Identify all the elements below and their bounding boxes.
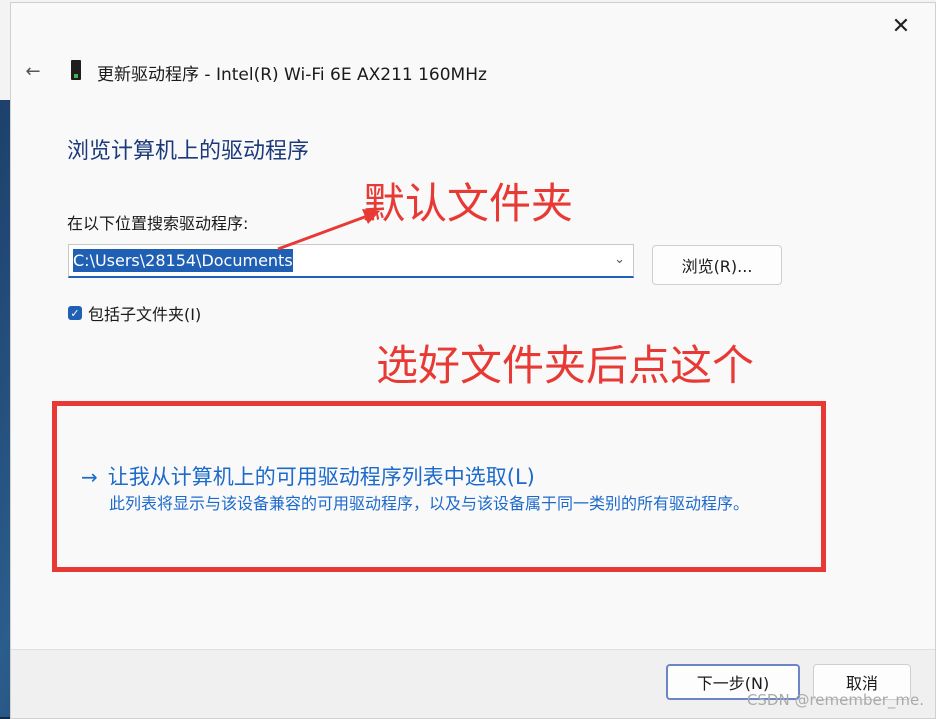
annotation-after-select: 选好文件夹后点这个 bbox=[376, 341, 755, 390]
chevron-down-icon[interactable]: ⌄ bbox=[614, 252, 625, 267]
browse-button[interactable]: 浏览(R)... bbox=[652, 245, 782, 285]
watermark: CSDN @remember_me. bbox=[746, 691, 924, 709]
annotation-highlight-box bbox=[52, 401, 826, 572]
section-title: 浏览计算机上的驱动程序 bbox=[67, 139, 310, 164]
folder-path-value[interactable]: C:\Users\28154\Documents bbox=[73, 249, 293, 272]
dialog-title: 更新驱动程序 - Intel(R) Wi-Fi 6E AX211 160MHz bbox=[97, 65, 487, 85]
search-location-label: 在以下位置搜索驱动程序: bbox=[67, 214, 249, 233]
folder-path-combobox[interactable]: C:\Users\28154\Documents ⌄ bbox=[68, 244, 634, 278]
include-subfolders-label[interactable]: 包括子文件夹(I) bbox=[88, 301, 201, 325]
back-arrow-icon[interactable]: ← bbox=[21, 59, 45, 83]
network-adapter-icon bbox=[71, 60, 81, 80]
close-icon[interactable]: ✕ bbox=[881, 11, 921, 41]
checkbox-checked-icon[interactable]: ✓ bbox=[68, 306, 82, 320]
include-subfolders-checkbox-row[interactable]: ✓ 包括子文件夹(I) bbox=[68, 301, 201, 325]
annotation-default-folder: 默认文件夹 bbox=[363, 179, 574, 228]
